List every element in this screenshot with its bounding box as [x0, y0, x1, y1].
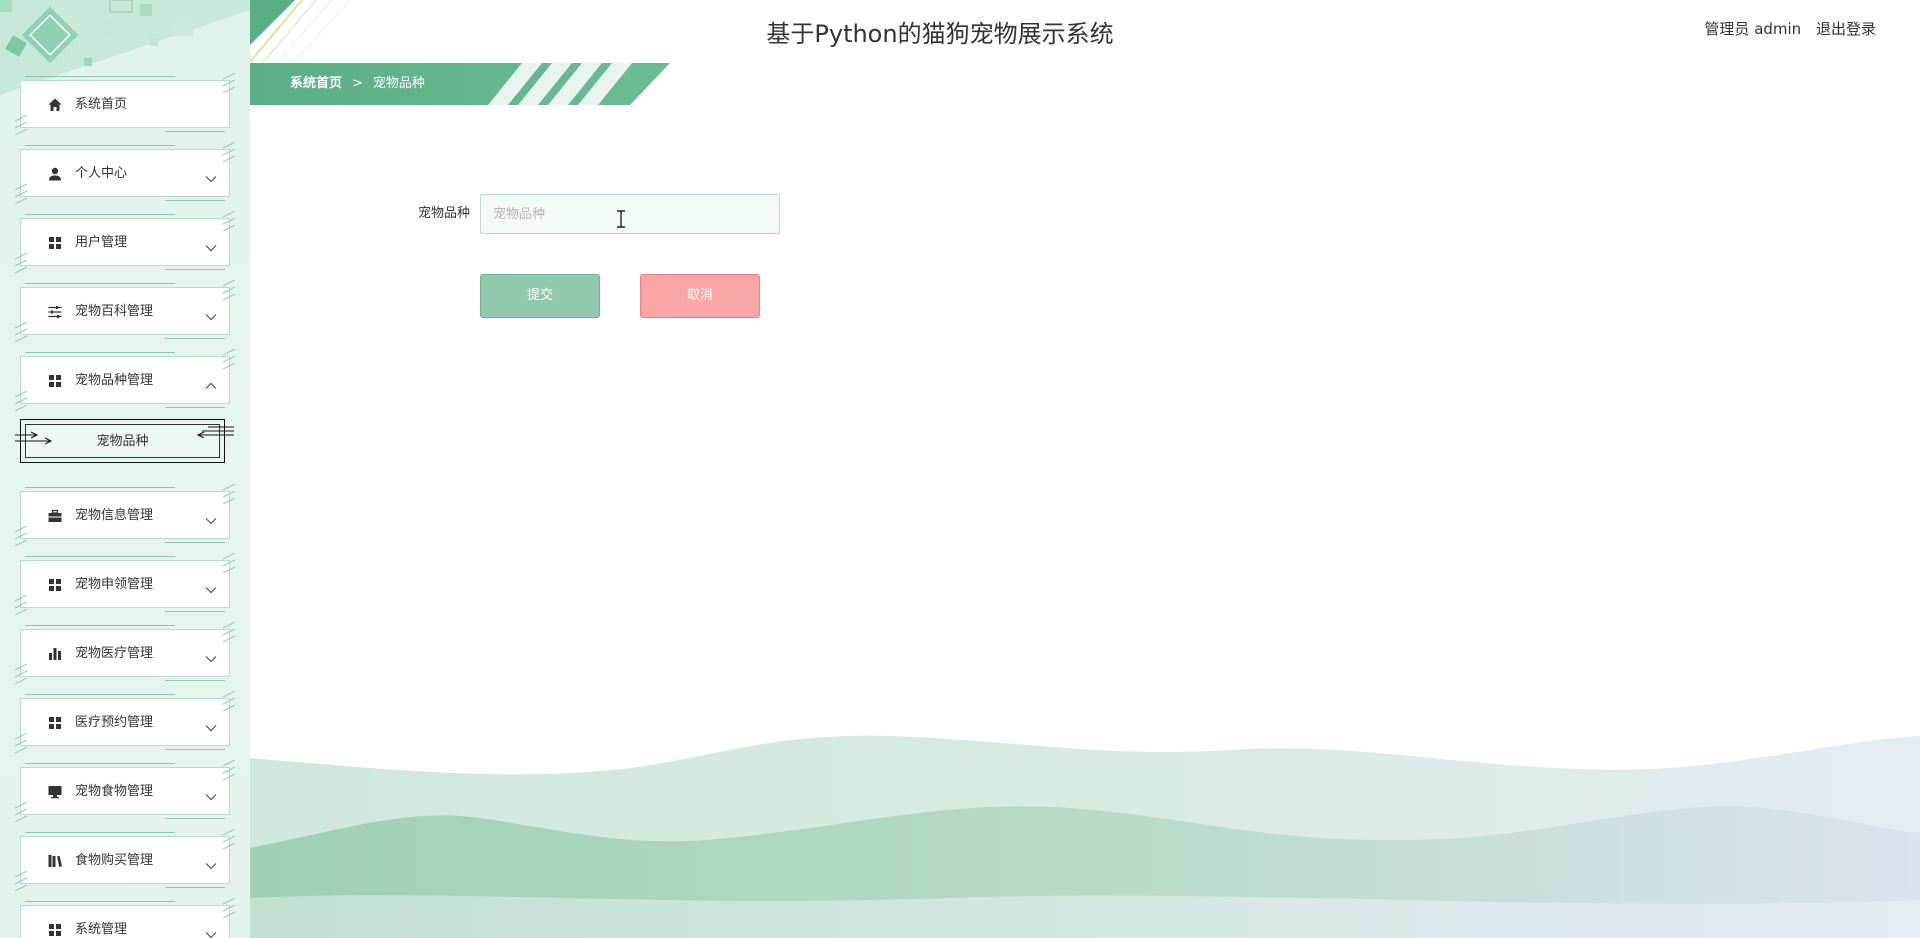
person-icon: [47, 166, 63, 182]
chevron-down-icon[interactable]: [205, 168, 217, 183]
briefcase-icon: [47, 508, 63, 524]
hatch-decoration: [222, 72, 236, 94]
sidebar-item-label: 用户管理: [75, 235, 128, 250]
books-icon: [47, 853, 63, 869]
chevron-down-icon[interactable]: [205, 855, 217, 870]
sidebar-item-label: 系统首页: [75, 97, 128, 112]
hatch-decoration: [222, 210, 236, 232]
hatch-decoration: [222, 621, 236, 643]
hatch-decoration: [222, 279, 236, 301]
breadcrumb-home-link[interactable]: 系统首页: [290, 76, 342, 91]
sidebar-item-7[interactable]: 宠物申领管理: [14, 552, 236, 616]
pet-breed-label: 宠物品种: [417, 206, 470, 221]
hatch-decoration: [222, 141, 236, 163]
submit-button[interactable]: 提交: [480, 274, 600, 318]
chevron-down-icon[interactable]: [205, 717, 217, 732]
sidebar-item-8[interactable]: 宠物医疗管理: [14, 621, 236, 685]
main-content: 基于Python的猫狗宠物展示系统 管理员 admin 退出登录 系统首页 > 宠物…: [250, 0, 1920, 938]
hatch-decoration: [14, 870, 28, 892]
chevron-down-icon[interactable]: [205, 579, 217, 594]
grid-icon: [47, 715, 63, 731]
sidebar-item-label: 医疗预约管理: [75, 715, 154, 730]
chevron-down-icon[interactable]: [205, 237, 217, 252]
grid-icon: [47, 922, 63, 938]
hatch-decoration: [222, 483, 236, 505]
hatch-decoration: [14, 321, 28, 343]
grid-icon: [47, 577, 63, 593]
breadcrumb-current: 宠物品种: [372, 76, 425, 91]
sidebar-item-6[interactable]: 宠物信息管理: [14, 483, 236, 547]
sidebar-item-label: 个人中心: [75, 166, 128, 181]
sidebar-item-4[interactable]: 宠物百科管理: [14, 279, 236, 343]
chevron-down-icon[interactable]: [205, 306, 217, 321]
sidebar-item-11[interactable]: 食物购买管理: [14, 828, 236, 892]
sidebar-item-1[interactable]: 系统首页: [14, 72, 236, 136]
hatch-decoration: [222, 348, 236, 370]
hatch-decoration: [14, 732, 28, 754]
home-icon: [47, 97, 63, 113]
app-root: 系统首页 个人中心 用户管理 宠物百科管理 宠物品种管理 宠物品种 宠物信息管理 宠物申领管理…: [0, 0, 1920, 938]
chevron-down-icon[interactable]: [205, 648, 217, 663]
breadcrumb-separator: >: [352, 76, 363, 91]
user-area: 管理员 admin 退出登录: [1694, 18, 1876, 39]
hatch-decoration: [222, 690, 236, 712]
chevron-up-icon[interactable]: [205, 375, 217, 389]
hatch-decoration: [14, 114, 28, 136]
sidebar-item-10[interactable]: 宠物食物管理: [14, 759, 236, 823]
monitor-icon: [47, 784, 63, 800]
hatch-decoration: [222, 552, 236, 574]
page-title: 基于Python的猫狗宠物展示系统: [766, 20, 1114, 48]
sidebar-item-label: 宠物百科管理: [75, 304, 154, 319]
hatch-decoration: [222, 759, 236, 781]
sidebar-item-9[interactable]: 医疗预约管理: [14, 690, 236, 754]
current-user-label: 管理员 admin: [1704, 20, 1802, 38]
text-cursor-icon: [617, 210, 625, 228]
sidebar-item-2[interactable]: 个人中心: [14, 141, 236, 205]
bar-chart-icon: [47, 646, 63, 662]
sidebar-item-label: 系统管理: [75, 922, 128, 937]
cancel-button[interactable]: 取消: [640, 274, 760, 318]
chevron-down-icon[interactable]: [205, 510, 217, 525]
hatch-decoration: [222, 828, 236, 850]
grid-icon: [47, 235, 63, 251]
hatch-decoration: [14, 801, 28, 823]
hatch-decoration: [14, 594, 28, 616]
sidebar-item-3[interactable]: 用户管理: [14, 210, 236, 274]
sliders-icon: [47, 304, 63, 320]
hatch-decoration: [14, 252, 28, 274]
breadcrumb: 系统首页 > 宠物品种: [290, 63, 425, 105]
sidebar-item-5[interactable]: 宠物品种管理: [14, 348, 236, 412]
sidebar-item-label: 宠物医疗管理: [75, 646, 154, 661]
sidebar-item-label: 宠物食物管理: [75, 784, 154, 799]
logout-link[interactable]: 退出登录: [1816, 20, 1876, 38]
hatch-decoration: [14, 390, 28, 412]
sidebar-item-label: 食物购买管理: [75, 853, 154, 868]
chevron-down-icon[interactable]: [205, 924, 217, 938]
sidebar-item-12[interactable]: 系统管理: [20, 897, 236, 938]
hatch-decoration: [222, 897, 236, 919]
chevron-down-icon[interactable]: [205, 786, 217, 801]
sidebar-item-label: 宠物品种管理: [75, 373, 154, 388]
sidebar-item-label: 宠物信息管理: [75, 508, 154, 523]
hatch-decoration: [14, 663, 28, 685]
sidebar-item-label: 宠物申领管理: [75, 577, 154, 592]
submenu-item-pet-breed[interactable]: 宠物品种: [15, 419, 234, 463]
grid-icon: [47, 373, 63, 389]
hatch-decoration: [14, 525, 28, 547]
hatch-decoration: [14, 183, 28, 205]
sidebar: 系统首页个人中心用户管理宠物百科管理 宠物品种管理宠物品种宠物信息管理 宠物申领管理…: [0, 0, 250, 938]
wave-background: [250, 735, 1920, 938]
submenu-item-label: 宠物品种: [96, 434, 149, 449]
pet-breed-input[interactable]: [480, 194, 780, 234]
